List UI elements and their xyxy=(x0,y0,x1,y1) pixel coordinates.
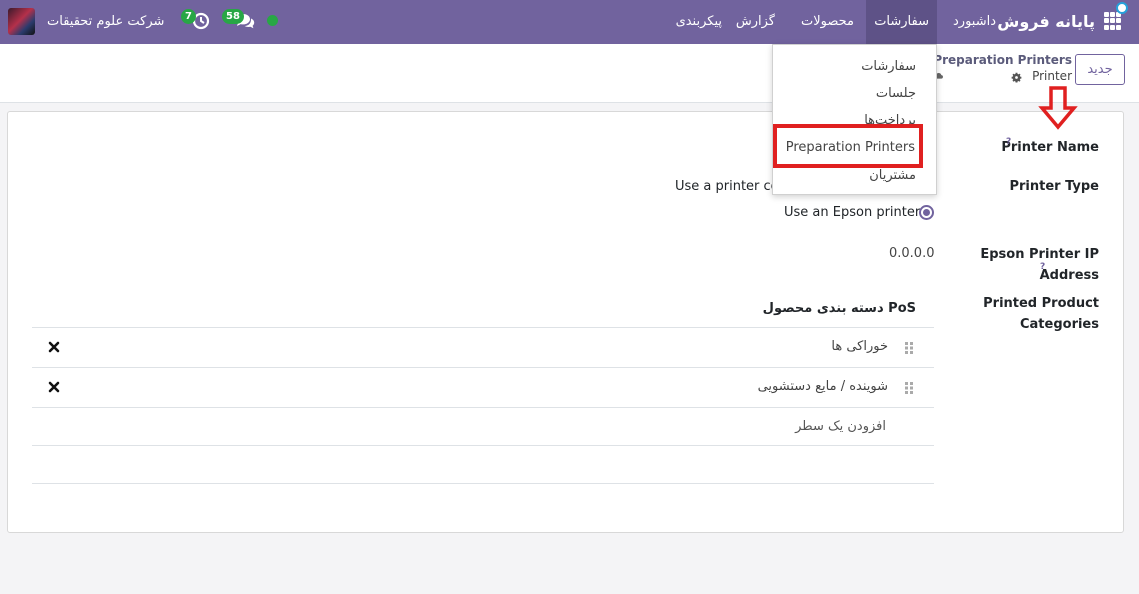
gear-icon[interactable] xyxy=(1010,71,1023,84)
categories-table: دسته بندی محصول PoS خوراکی ها شوینده / م… xyxy=(32,290,934,484)
add-line-row: افزودن یک سطر xyxy=(32,408,934,446)
company-switcher[interactable]: شرکت علوم تحقیقات xyxy=(47,0,164,44)
menu-configuration[interactable]: پیکربندی xyxy=(668,0,730,44)
breadcrumb-current: Printer xyxy=(1032,69,1072,83)
delete-row-icon[interactable] xyxy=(48,341,60,353)
delete-row-icon[interactable] xyxy=(48,381,60,393)
dropdown-item-customers[interactable]: مشتریان xyxy=(869,168,916,183)
table-header: دسته بندی محصول PoS xyxy=(32,290,934,328)
table-row[interactable]: شوینده / مایع دستشویی xyxy=(32,368,934,408)
annotation-down-arrow-icon xyxy=(1038,86,1078,130)
printer-type-option-epson[interactable]: Use an Epson printer xyxy=(784,205,920,220)
printed-categories-label: Printed Product Categories xyxy=(983,296,1099,332)
drag-handle-icon[interactable] xyxy=(904,381,914,395)
menu-products[interactable]: محصولات xyxy=(793,0,862,44)
orders-dropdown-menu: سفارشات جلسات پرداخت‌ها Preparation Prin… xyxy=(772,44,937,195)
apps-menu-button[interactable] xyxy=(1100,2,1128,34)
activity-count-badge: 7 xyxy=(181,9,196,24)
top-navbar: پایانه فروش داشبورد سفارشات محصولات گزار… xyxy=(0,0,1139,44)
user-avatar[interactable] xyxy=(8,8,35,35)
printer-type-label: Printer Type xyxy=(1009,179,1099,194)
breadcrumb-parent-link[interactable]: Preparation Printers xyxy=(933,53,1072,67)
printer-type-option-printer-co[interactable]: Use a printer co xyxy=(675,179,779,194)
column-header-category[interactable]: دسته بندی محصول PoS xyxy=(763,301,916,316)
control-panel: جدید Preparation Printers Printer xyxy=(0,44,1139,103)
dropdown-item-orders[interactable]: سفارشات xyxy=(861,59,916,74)
apps-grid-icon xyxy=(1104,12,1122,30)
form-sheet: Printer Name ? Printer Type Use a printe… xyxy=(7,111,1124,533)
menu-report[interactable]: گزارش xyxy=(728,0,783,44)
add-line-link[interactable]: افزودن یک سطر xyxy=(795,419,886,434)
table-row[interactable]: خوراکی ها xyxy=(32,328,934,368)
empty-row xyxy=(32,446,934,484)
menu-dashboard[interactable]: داشبورد xyxy=(945,0,1004,44)
menu-orders[interactable]: سفارشات xyxy=(866,0,937,44)
category-cell[interactable]: شوینده / مایع دستشویی xyxy=(758,379,888,394)
presence-status-icon xyxy=(267,15,278,26)
annotation-highlight-box xyxy=(773,124,923,168)
chat-count-badge: 58 xyxy=(222,9,244,24)
category-cell[interactable]: خوراکی ها xyxy=(831,339,888,354)
new-button[interactable]: جدید xyxy=(1075,54,1125,85)
dropdown-item-sessions[interactable]: جلسات xyxy=(876,86,916,101)
notification-dot-icon xyxy=(1116,2,1128,14)
epson-radio-button[interactable] xyxy=(919,205,934,220)
help-tooltip-icon[interactable]: ? xyxy=(1006,137,1011,147)
epson-ip-label: Epson Printer IP Address xyxy=(980,247,1099,283)
app-brand[interactable]: پایانه فروش xyxy=(997,0,1095,44)
epson-ip-input[interactable]: 0.0.0.0 xyxy=(889,246,934,261)
printer-name-label: Printer Name xyxy=(1001,140,1099,155)
drag-handle-icon[interactable] xyxy=(904,341,914,355)
help-tooltip-icon-ip[interactable]: ? xyxy=(1040,262,1045,272)
